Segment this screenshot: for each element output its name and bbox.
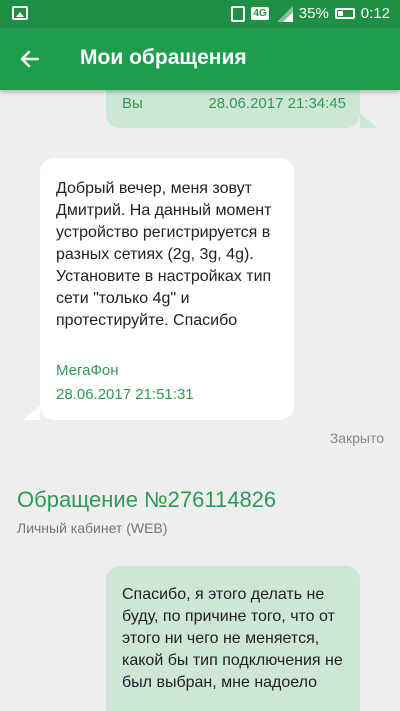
- message-timestamp: 28.06.2017 21:51:31: [56, 386, 194, 403]
- message-timestamp: 28.06.2017 21:34:45: [208, 95, 346, 112]
- outgoing-message: Спасибо, я этого делать не буду, по прич…: [106, 566, 360, 711]
- back-button[interactable]: [10, 41, 50, 77]
- message-text: Добрый вечер, меня зовут Дмитрий. На дан…: [56, 180, 272, 329]
- status-bar: 4G 35% 0:12: [0, 0, 400, 28]
- status-indicators: 4G 35% 0:12: [231, 5, 390, 22]
- incoming-message: Добрый вечер, меня зовут Дмитрий. На дан…: [22, 158, 294, 420]
- message-author: Вы: [122, 95, 143, 112]
- vibrate-icon: [231, 5, 246, 22]
- message-text: Спасибо, я этого делать не буду, по прич…: [122, 586, 343, 691]
- network-type-badge: 4G: [251, 7, 269, 20]
- back-arrow-icon: [20, 50, 40, 68]
- ticket-title[interactable]: Обращение №276114826: [17, 487, 276, 513]
- bubble-tail: [22, 406, 40, 420]
- battery-icon: [334, 8, 355, 19]
- message-author: МегаФон: [56, 362, 119, 379]
- page-title: Мои обращения: [80, 46, 247, 69]
- image-icon: [12, 6, 28, 20]
- ticket-status: Закрыто: [329, 430, 384, 446]
- battery-percent: 35%: [298, 5, 329, 22]
- app-bar: Мои обращения: [0, 28, 400, 90]
- ticket-source: Личный кабинет (WEB): [17, 520, 168, 536]
- signal-icon: [275, 5, 293, 22]
- clock: 0:12: [360, 5, 390, 22]
- bubble-tail: [360, 114, 378, 128]
